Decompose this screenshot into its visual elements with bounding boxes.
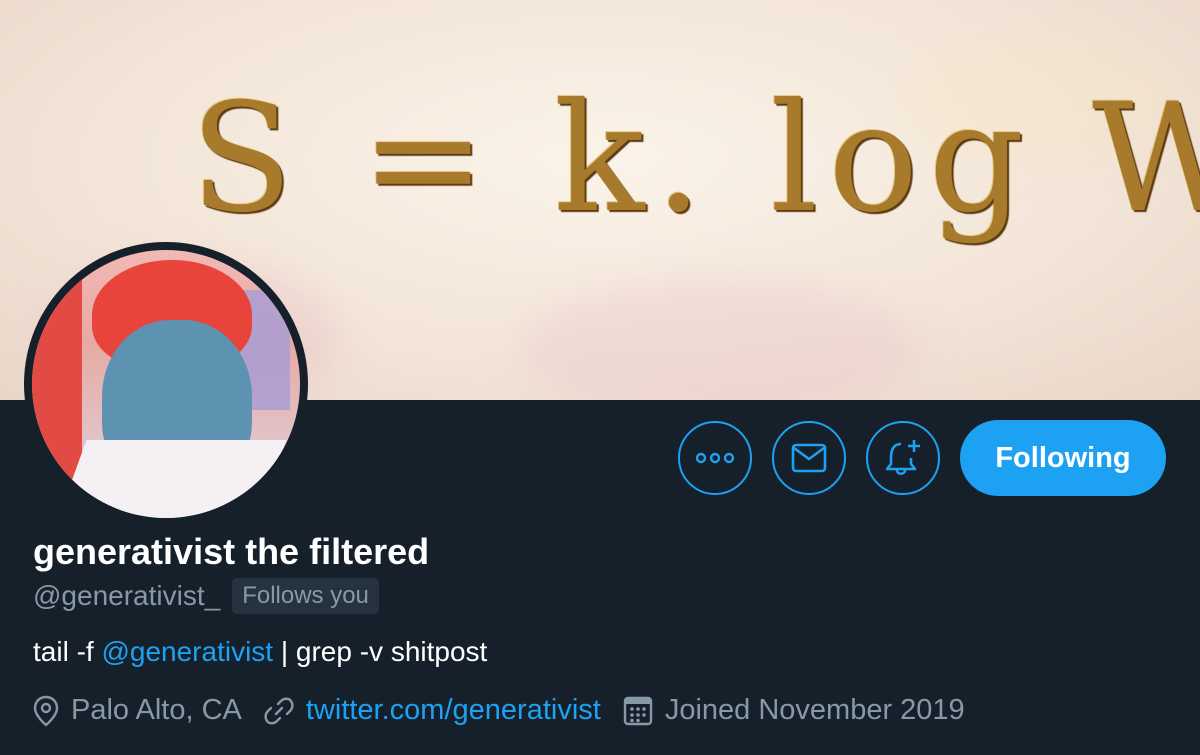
following-button[interactable]: Following — [960, 420, 1166, 496]
banner-formula: S = k. log W — [190, 72, 1200, 246]
location: Palo Alto, CA — [33, 694, 242, 727]
notifications-button[interactable] — [866, 421, 940, 495]
handle-row: @generativist_ Follows you — [33, 578, 1170, 614]
display-name: generativist the filtered — [33, 531, 430, 572]
envelope-icon — [791, 443, 827, 473]
user-handle: @generativist_ — [33, 580, 221, 611]
bell-plus-icon — [885, 440, 920, 476]
profile-meta: Palo Alto, CA twitter.com/generativist J… — [33, 694, 1170, 727]
join-date: Joined November 2019 — [623, 694, 965, 727]
bio-suffix: | grep -v shitpost — [273, 636, 488, 667]
avatar[interactable] — [24, 242, 308, 526]
bio: tail -f @generativist | grep -v shitpost — [33, 636, 1170, 668]
website-link[interactable]: twitter.com/generativist — [306, 694, 601, 727]
join-date-text: Joined November 2019 — [664, 694, 965, 726]
profile-info: generativist the filtered @generativist_… — [33, 530, 1170, 727]
location-text: Palo Alto, CA — [71, 694, 242, 726]
location-pin-icon — [33, 695, 59, 727]
avatar-image — [32, 250, 300, 518]
bio-prefix: tail -f — [33, 636, 102, 667]
bio-mention-link[interactable]: @generativist — [101, 636, 273, 667]
calendar-icon — [623, 696, 653, 725]
more-dots-icon — [695, 452, 735, 464]
more-button[interactable] — [678, 421, 752, 495]
message-button[interactable] — [772, 421, 846, 495]
link-icon — [264, 697, 294, 724]
follows-you-badge: Follows you — [232, 578, 379, 614]
profile-actions: Following — [678, 420, 1166, 496]
website: twitter.com/generativist — [264, 694, 601, 727]
